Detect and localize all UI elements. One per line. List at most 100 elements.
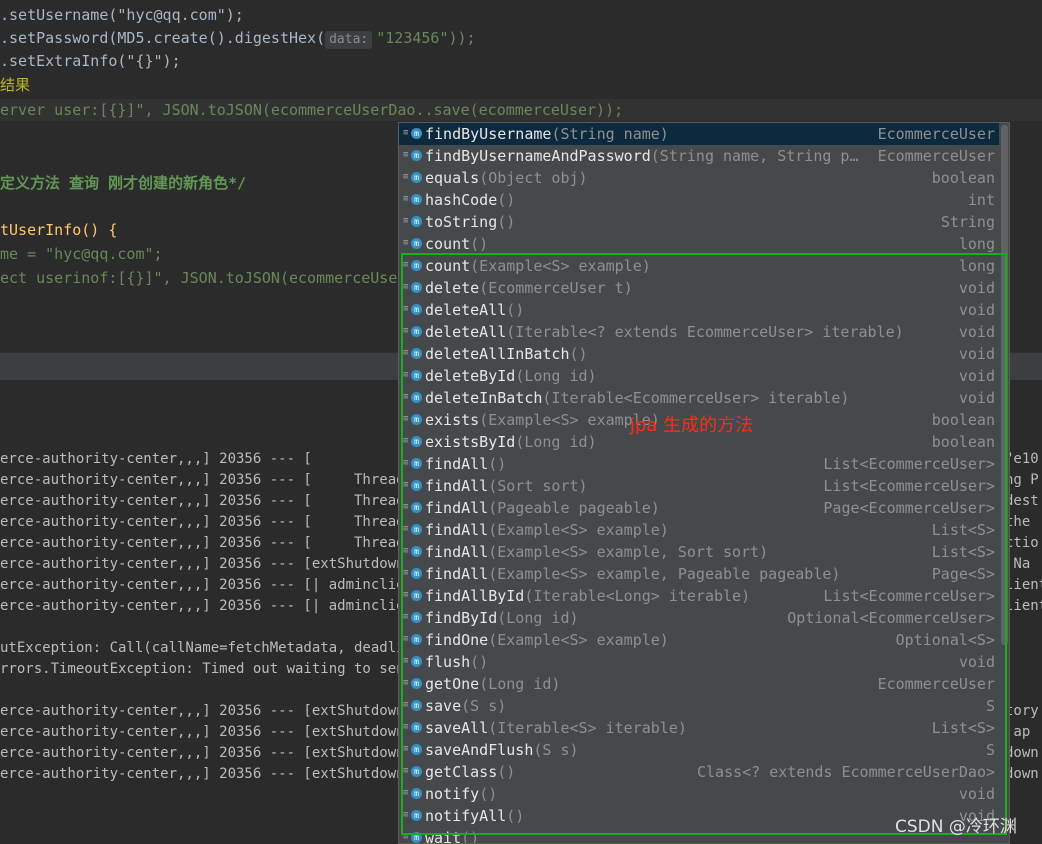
popup-scrollbar[interactable] bbox=[1001, 125, 1008, 645]
method-icon: ≡ m bbox=[403, 413, 422, 427]
method-signature: (Example<S> example, Sort sort) bbox=[488, 543, 769, 561]
method-signature: (Example<S> example) bbox=[488, 631, 669, 649]
code-line: 结果 bbox=[0, 76, 31, 94]
method-signature: () bbox=[488, 455, 507, 473]
completion-item[interactable]: ≡ m deleteAllInBatch() void bbox=[399, 343, 999, 365]
method-signature: (String name, String p… bbox=[650, 147, 859, 165]
completion-item[interactable]: ≡ m findOne(Example<S> example) Optional<S> bbox=[399, 629, 999, 651]
method-icon: ≡ m bbox=[403, 655, 422, 669]
completion-item[interactable]: ≡ m count() long bbox=[399, 233, 999, 255]
method-signature: (String name) bbox=[551, 125, 669, 143]
method-signature: () bbox=[497, 213, 516, 231]
code-line: erver user:[{}]", JSON.toJSON(ecommerceU… bbox=[0, 101, 624, 119]
method-signature: () bbox=[470, 235, 489, 253]
console-line: erce-authority-center,,,] 20356 --- [ext… bbox=[0, 766, 414, 782]
method-icon: ≡ m bbox=[403, 743, 422, 757]
code-line: tUserInfo() { bbox=[0, 221, 118, 239]
method-name: count() bbox=[425, 235, 489, 253]
method-icon: ≡ m bbox=[403, 831, 422, 843]
completion-item[interactable]: ≡ m findAll(Example<S> example, Pageable p… bbox=[399, 563, 999, 585]
return-type: void bbox=[958, 367, 995, 385]
completion-item[interactable]: ≡ m findAll(Example<S> example, Sort sort)… bbox=[399, 541, 999, 563]
method-signature: (Long id) bbox=[497, 609, 579, 627]
method-icon: ≡ m bbox=[403, 567, 422, 581]
completion-item[interactable]: ≡ m findByUsernameAndPassword(String name,… bbox=[399, 145, 999, 167]
watermark: CSDN @冷环渊 bbox=[895, 817, 1017, 837]
completion-item[interactable]: ≡ m findAll(Sort sort) List<EcommerceUser> bbox=[399, 475, 999, 497]
method-name: wait() bbox=[425, 827, 479, 843]
completion-item[interactable]: ≡ m count(Example<S> example) long bbox=[399, 255, 999, 277]
return-type: EcommerceUser bbox=[877, 125, 995, 143]
method-name: notifyAll() bbox=[425, 807, 525, 825]
completion-item[interactable]: ≡ m deleteAll() void bbox=[399, 299, 999, 321]
code-line: ect userinof:[{}]", JSON.toJSON(ecommerc… bbox=[0, 269, 407, 287]
completion-item[interactable]: ≡ m saveAll(Iterable<S> iterable) List<S> bbox=[399, 717, 999, 739]
method-name: findByUsernameAndPassword(String name, S… bbox=[425, 147, 859, 165]
completion-item[interactable]: ≡ m delete(EcommerceUser t) void bbox=[399, 277, 999, 299]
return-type: boolean bbox=[931, 433, 995, 451]
method-signature: (Iterable<EcommerceUser> iterable) bbox=[542, 389, 850, 407]
completion-item[interactable]: ≡ m toString() String bbox=[399, 211, 999, 233]
completion-item[interactable]: ≡ m save(S s) S bbox=[399, 695, 999, 717]
return-type: Class<? extends EcommerceUserDao> bbox=[696, 763, 995, 781]
return-type: Optional<S> bbox=[895, 631, 995, 649]
return-type: Optional<EcommerceUser> bbox=[787, 609, 995, 627]
method-name: findAllById(Iterable<Long> iterable) bbox=[425, 587, 751, 605]
method-name: delete(EcommerceUser t) bbox=[425, 279, 633, 297]
console-line: erce-authority-center,,,] 20356 --- [ext… bbox=[0, 745, 414, 761]
console-line: erce-authority-center,,,] 20356 --- [ Th… bbox=[0, 514, 414, 530]
method-name: save(S s) bbox=[425, 697, 507, 715]
method-signature: (Long id) bbox=[479, 675, 561, 693]
method-signature: (Iterable<S> iterable) bbox=[488, 719, 687, 737]
method-name: deleteAll() bbox=[425, 301, 525, 319]
completion-item[interactable]: ≡ m saveAndFlush(S s) S bbox=[399, 739, 999, 761]
method-icon: ≡ m bbox=[403, 303, 422, 317]
completion-item[interactable]: ≡ m hashCode() int bbox=[399, 189, 999, 211]
method-name: findAll(Example<S> example, Sort sort) bbox=[425, 543, 769, 561]
method-signature: (Iterable<Long> iterable) bbox=[524, 587, 751, 605]
method-name: getOne(Long id) bbox=[425, 675, 561, 693]
method-icon: ≡ m bbox=[403, 369, 422, 383]
return-type: List<EcommerceUser> bbox=[823, 587, 995, 605]
console-line-fragment: down bbox=[1005, 766, 1039, 782]
return-type: void bbox=[958, 653, 995, 671]
completion-item[interactable]: ≡ m deleteById(Long id) void bbox=[399, 365, 999, 387]
method-name: findAll(Pageable pageable) bbox=[425, 499, 660, 517]
completion-item[interactable]: ≡ m notify() void bbox=[399, 783, 999, 805]
code-line: me = "hyc@qq.com"; bbox=[0, 245, 163, 263]
method-name: deleteById(Long id) bbox=[425, 367, 597, 385]
console-line: erce-authority-center,,,] 20356 --- [ext… bbox=[0, 724, 414, 740]
method-name: getClass() bbox=[425, 763, 516, 781]
return-type: long bbox=[958, 257, 995, 275]
return-type: EcommerceUser bbox=[877, 675, 995, 693]
completion-item[interactable]: ≡ m deleteInBatch(Iterable<EcommerceUser> … bbox=[399, 387, 999, 409]
return-type: void bbox=[958, 323, 995, 341]
method-name: findByUsername(String name) bbox=[425, 125, 669, 143]
completion-item[interactable]: ≡ m findAllById(Iterable<Long> iterable) Li… bbox=[399, 585, 999, 607]
completion-item[interactable]: ≡ m flush() void bbox=[399, 651, 999, 673]
return-type: S bbox=[985, 741, 995, 759]
console-line: erce-authority-center,,,] 20356 --- [ Th… bbox=[0, 472, 414, 488]
console-line-fragment: dest bbox=[1005, 493, 1039, 509]
return-type: EcommerceUser bbox=[877, 147, 995, 165]
method-icon: ≡ m bbox=[403, 479, 422, 493]
completion-item[interactable]: ≡ m equals(Object obj) boolean bbox=[399, 167, 999, 189]
method-icon: ≡ m bbox=[403, 457, 422, 471]
method-icon: ≡ m bbox=[403, 523, 422, 537]
method-signature: () bbox=[569, 345, 588, 363]
completion-item[interactable]: ≡ m getOne(Long id) EcommerceUser bbox=[399, 673, 999, 695]
completion-item[interactable]: ≡ m findById(Long id) Optional<EcommerceUse… bbox=[399, 607, 999, 629]
method-name: deleteInBatch(Iterable<EcommerceUser> it… bbox=[425, 389, 850, 407]
return-type: List<S> bbox=[931, 719, 995, 737]
method-signature: (Pageable pageable) bbox=[488, 499, 660, 517]
console-line-fragment: ctio bbox=[1005, 535, 1039, 551]
completion-item[interactable]: ≡ m findAll(Example<S> example) List<S> bbox=[399, 519, 999, 541]
code-completion-popup[interactable]: ≡ m findByUsername(String name) EcommerceUs… bbox=[398, 122, 1010, 844]
console-line: utException: Call(callName=fetchMetadata… bbox=[0, 640, 422, 656]
completion-item[interactable]: ≡ m deleteAll(Iterable<? extends Ecommerce… bbox=[399, 321, 999, 343]
completion-item[interactable]: ≡ m getClass() Class<? extends EcommerceUse… bbox=[399, 761, 999, 783]
completion-item[interactable]: ≡ m findAll(Pageable pageable) Page<Ecommer… bbox=[399, 497, 999, 519]
completion-item[interactable]: ≡ m findAll() List<EcommerceUser> bbox=[399, 453, 999, 475]
console-line-fragment: tory bbox=[1005, 703, 1039, 719]
completion-item[interactable]: ≡ m findByUsername(String name) EcommerceUs… bbox=[399, 123, 999, 145]
